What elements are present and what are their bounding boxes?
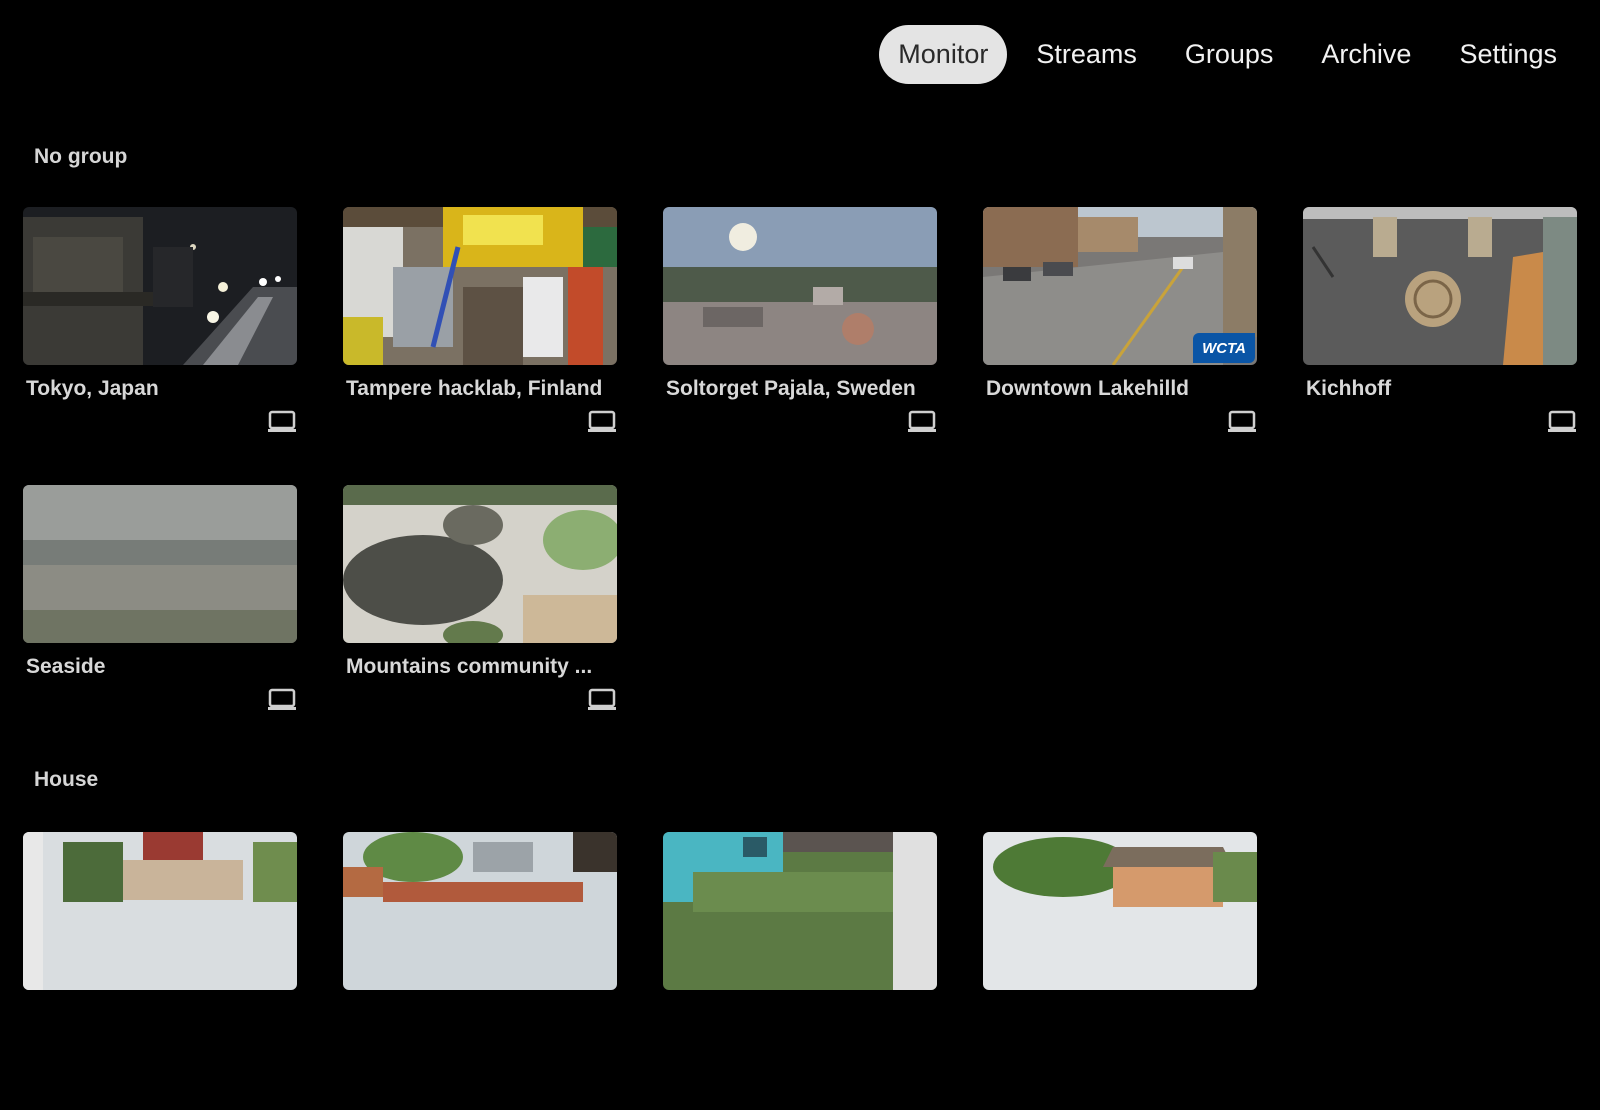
- camera-thumbnail: [343, 207, 617, 365]
- camera-thumbnail: [23, 832, 297, 990]
- tab-archive[interactable]: Archive: [1302, 25, 1430, 84]
- camera-card[interactable]: [983, 832, 1257, 1110]
- tab-monitor[interactable]: Monitor: [879, 25, 1008, 84]
- screen-icon[interactable]: [1227, 407, 1257, 437]
- camera-card[interactable]: Seaside: [23, 485, 297, 763]
- camera-thumbnail: [343, 485, 617, 643]
- camera-name: Seaside: [26, 655, 106, 678]
- camera-thumbnail: [23, 207, 297, 365]
- camera-thumbnail: [1303, 207, 1577, 365]
- camera-grid-house: [23, 832, 1577, 1110]
- camera-card[interactable]: WCTA Downtown Lakehilld: [983, 207, 1257, 485]
- camera-name: Mountains community ...: [346, 655, 593, 678]
- camera-name: Downtown Lakehilld: [986, 377, 1189, 400]
- wcta-badge: WCTA: [1193, 333, 1255, 363]
- tab-streams[interactable]: Streams: [1017, 25, 1156, 84]
- camera-grid-no-group: Tokyo, Japan Tampere hacklab, Finland So…: [23, 207, 1577, 485]
- top-navigation: Monitor Streams Groups Archive Settings: [879, 25, 1576, 84]
- camera-grid-no-group-row2: Seaside Mountains community ...: [23, 485, 1577, 763]
- camera-thumbnail: [983, 832, 1257, 990]
- camera-card[interactable]: Mountains community ...: [343, 485, 617, 763]
- camera-card[interactable]: [23, 832, 297, 1110]
- camera-card[interactable]: [663, 832, 937, 1110]
- camera-card[interactable]: Soltorget Pajala, Sweden: [663, 207, 937, 485]
- tab-settings[interactable]: Settings: [1440, 25, 1576, 84]
- camera-card[interactable]: Tokyo, Japan: [23, 207, 297, 485]
- camera-card[interactable]: Tampere hacklab, Finland: [343, 207, 617, 485]
- camera-thumbnail: [343, 832, 617, 990]
- screen-icon[interactable]: [587, 685, 617, 715]
- camera-thumbnail: [663, 832, 937, 990]
- camera-thumbnail: WCTA: [983, 207, 1257, 365]
- camera-card[interactable]: Kichhoff: [1303, 207, 1577, 485]
- camera-thumbnail: [663, 207, 937, 365]
- camera-card[interactable]: [343, 832, 617, 1110]
- screen-icon[interactable]: [267, 685, 297, 715]
- screen-icon[interactable]: [1547, 407, 1577, 437]
- camera-name: Kichhoff: [1306, 377, 1392, 400]
- camera-name: Tampere hacklab, Finland: [346, 377, 603, 400]
- section-title-no-group: No group: [34, 145, 128, 168]
- screen-icon[interactable]: [907, 407, 937, 437]
- screen-icon[interactable]: [267, 407, 297, 437]
- section-title-house: House: [34, 768, 99, 791]
- camera-thumbnail: [23, 485, 297, 643]
- camera-name: Tokyo, Japan: [26, 377, 159, 400]
- tab-groups[interactable]: Groups: [1166, 25, 1293, 84]
- screen-icon[interactable]: [587, 407, 617, 437]
- camera-name: Soltorget Pajala, Sweden: [666, 377, 916, 400]
